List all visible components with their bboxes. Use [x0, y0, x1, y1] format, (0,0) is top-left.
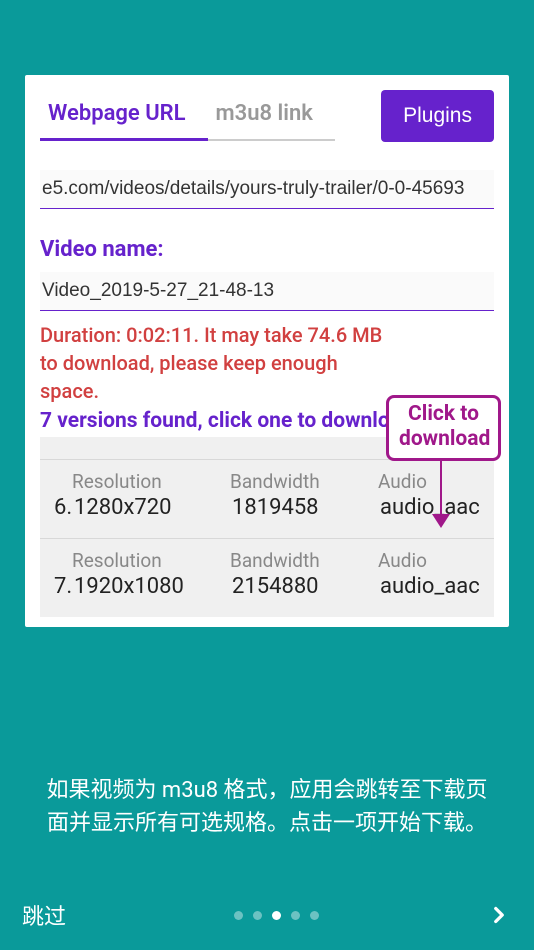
col-resolution: Resolution	[72, 470, 230, 493]
col-bandwidth: Bandwidth	[230, 549, 378, 572]
nav-bar: 跳过	[0, 880, 534, 950]
row-resolution: 1920x1080	[74, 574, 232, 599]
col-resolution: Resolution	[72, 549, 230, 572]
arrow-down-icon	[440, 461, 442, 526]
chevron-right-icon	[486, 902, 512, 928]
tab-webpage-url[interactable]: Webpage URL	[40, 91, 208, 141]
main-card: Webpage URL m3u8 link Plugins Video name…	[25, 75, 509, 627]
tabs: Webpage URL m3u8 link	[40, 91, 381, 141]
video-name-label: Video name:	[40, 237, 494, 262]
click-to-download-callout: Click to download	[386, 395, 501, 526]
tab-m3u8-link[interactable]: m3u8 link	[208, 91, 335, 141]
duration-warning: Duration: 0:02:11. It may take 74.6 MB t…	[40, 321, 394, 405]
plugins-button[interactable]: Plugins	[381, 90, 494, 142]
row-bandwidth: 1819458	[232, 495, 380, 520]
pager-dot[interactable]	[310, 911, 319, 920]
col-bandwidth: Bandwidth	[230, 470, 378, 493]
pager-dot[interactable]	[272, 911, 281, 920]
page-indicator	[66, 911, 486, 920]
pager-dot[interactable]	[291, 911, 300, 920]
row-resolution: 1280x720	[74, 495, 232, 520]
pager-dot[interactable]	[253, 911, 262, 920]
skip-button[interactable]: 跳过	[22, 899, 66, 931]
version-row[interactable]: Resolution Bandwidth Audio 7. 1920x1080 …	[40, 538, 494, 617]
pager-dot[interactable]	[234, 911, 243, 920]
row-index: 7.	[54, 574, 74, 599]
row-audio: audio_aac	[380, 574, 480, 599]
video-name-input[interactable]	[40, 272, 494, 311]
next-button[interactable]	[486, 902, 512, 928]
row-bandwidth: 2154880	[232, 574, 380, 599]
url-input[interactable]	[40, 170, 494, 209]
description-text: 如果视频为 m3u8 格式，应用会跳转至下载页面并显示所有可选规格。点击一项开始…	[25, 774, 509, 840]
callout-text: Click to download	[386, 395, 501, 461]
row-index: 6.	[54, 495, 74, 520]
col-audio: Audio	[378, 549, 480, 572]
